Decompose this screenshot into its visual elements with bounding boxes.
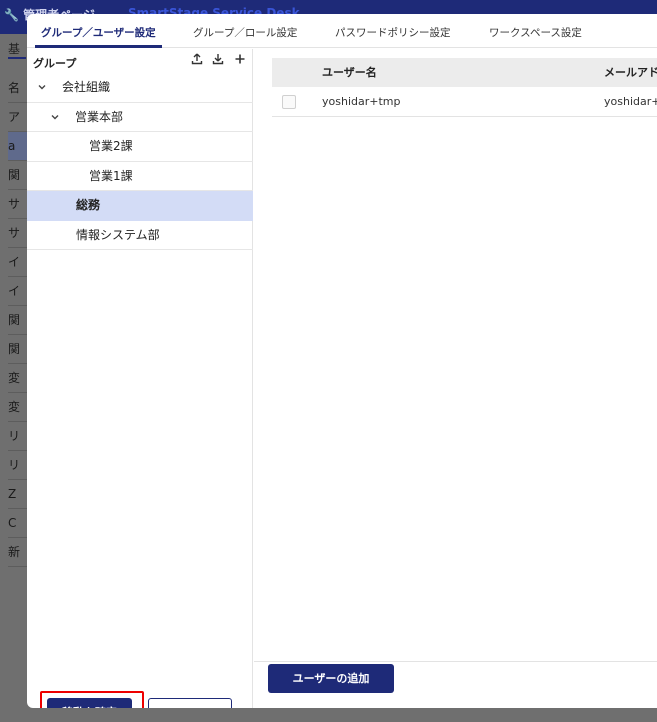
background-row: 変 — [8, 364, 28, 393]
tree-node-company[interactable]: 会社組織 — [27, 73, 253, 103]
row-checkbox[interactable] — [282, 95, 296, 109]
background-row: リ — [8, 451, 28, 480]
background-row: 関 — [8, 161, 28, 190]
background-row: サ — [8, 219, 28, 248]
tree-node-general-affairs[interactable]: 総務 — [27, 191, 253, 221]
tab-workspace-settings[interactable]: ワークスペース設定 — [489, 14, 582, 48]
tree-node-sales-1[interactable]: 営業1課 — [27, 162, 253, 191]
tree-node-label: 会社組織 — [62, 80, 111, 94]
background-row: Z — [8, 480, 28, 509]
background-row: リ — [8, 422, 28, 451]
background-row: ア — [8, 103, 28, 132]
tab-group-user-settings[interactable]: グループ／ユーザー設定 — [35, 14, 162, 48]
background-row: 関 — [8, 306, 28, 335]
column-header-username[interactable]: ユーザー名 — [322, 58, 377, 87]
background-row: 新 — [8, 538, 28, 567]
group-panel: グループ 会社組織 営業本部 営業2課 営業1課 総務 情報システム部 — [27, 49, 253, 708]
tree-node-label: 総務 — [76, 198, 101, 212]
tree-node-label: 情報システム部 — [76, 227, 160, 242]
tab-password-policy-settings[interactable]: パスワードポリシー設定 — [335, 14, 451, 48]
tree-node-sales-hq[interactable]: 営業本部 — [27, 103, 253, 132]
user-table-header: ユーザー名 メールアド — [272, 58, 657, 87]
group-panel-title: グループ — [33, 57, 77, 70]
tree-node-label: 営業本部 — [75, 109, 124, 124]
group-panel-header: グループ — [27, 49, 253, 73]
background-row: 関 — [8, 335, 28, 364]
add-user-button[interactable]: ユーザーの追加 — [268, 664, 394, 693]
background-row: イ — [8, 248, 28, 277]
settings-dialog: グループ／ユーザー設定 グループ／ロール設定 パスワードポリシー設定 ワークスペ… — [27, 14, 657, 708]
download-icon[interactable] — [211, 53, 225, 69]
table-row[interactable]: yoshidar+tmp yoshidar+t — [272, 87, 657, 117]
email-cell: yoshidar+t — [604, 95, 657, 108]
background-row: イ — [8, 277, 28, 306]
plus-icon[interactable] — [233, 53, 247, 69]
background-row: サ — [8, 190, 28, 219]
cancel-button[interactable]: キャンセル — [148, 698, 232, 708]
column-header-email[interactable]: メールアド — [604, 58, 657, 87]
tree-node-information-systems[interactable]: 情報システム部 — [27, 221, 253, 250]
upload-icon[interactable] — [190, 53, 204, 69]
background-list: 名 ア a 関 サ サ イ イ 関 関 変 変 リ リ Z C 新 — [8, 74, 28, 567]
chevron-down-icon[interactable] — [49, 103, 61, 132]
tree-node-label: 営業1課 — [89, 168, 133, 183]
footer-divider — [254, 661, 657, 662]
username-cell: yoshidar+tmp — [322, 95, 401, 108]
background-row: 名 — [8, 74, 28, 103]
background-row: C — [8, 509, 28, 538]
group-tree: 会社組織 営業本部 営業2課 営業1課 総務 情報システム部 — [27, 73, 253, 250]
user-panel: ユーザー名 メールアド yoshidar+tmp yoshidar+t ユーザー… — [254, 49, 657, 708]
tree-node-sales-2[interactable]: 営業2課 — [27, 132, 253, 162]
tree-node-label: 営業2課 — [89, 139, 133, 153]
background-row: 変 — [8, 393, 28, 422]
chevron-down-icon[interactable] — [36, 73, 48, 102]
background-row: a — [8, 132, 28, 161]
confirm-move-button[interactable]: 移動を確定 — [47, 698, 132, 708]
tab-bar: グループ／ユーザー設定 グループ／ロール設定 パスワードポリシー設定 ワークスペ… — [27, 14, 657, 48]
tab-group-role-settings[interactable]: グループ／ロール設定 — [193, 14, 297, 48]
background-tab: 基 — [8, 40, 26, 59]
